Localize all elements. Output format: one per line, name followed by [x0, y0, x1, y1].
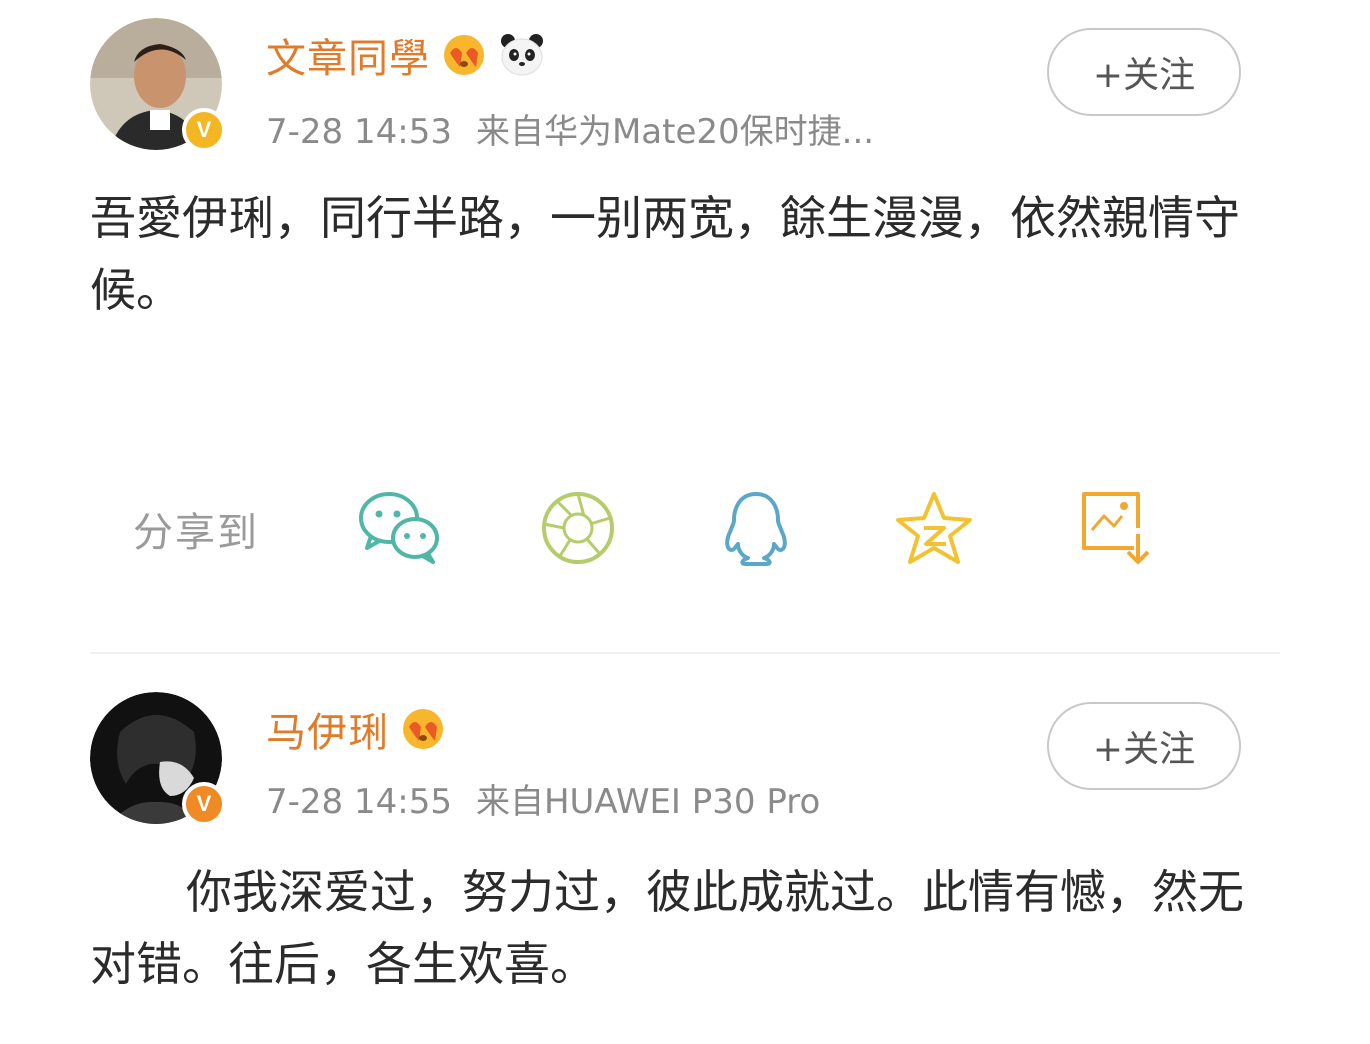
- weibo-post-1: V 文章同學 7-28 14:53 来自华为Mate20保时捷... +关注 吾愛…: [0, 0, 1370, 654]
- crying-emoji-icon: [444, 35, 484, 75]
- qq-icon[interactable]: [714, 488, 798, 568]
- moments-icon[interactable]: [536, 488, 620, 568]
- username[interactable]: 文章同學: [266, 26, 430, 84]
- weibo-post-2: V 马伊琍 7-28 14:55 来自HUAWEI P30 Pro +关注 你我深…: [0, 660, 1370, 1044]
- post-content: 吾愛伊琍，同行半路，一别两宽，餘生漫漫，依然親情守候。: [90, 191, 1240, 317]
- post-divider: [90, 652, 1280, 654]
- avatar[interactable]: V: [90, 18, 226, 152]
- wechat-icon[interactable]: [357, 488, 441, 568]
- follow-button[interactable]: +关注: [1047, 702, 1241, 790]
- post-meta: 7-28 14:53 来自华为Mate20保时捷...: [266, 104, 874, 153]
- share-bar: 分享到: [0, 480, 1370, 570]
- verified-badge-icon: V: [182, 782, 226, 826]
- verified-badge-icon: V: [182, 108, 226, 152]
- username-row: 文章同學: [266, 26, 546, 84]
- qzone-icon[interactable]: [892, 488, 976, 568]
- username-row: 马伊琍: [266, 700, 447, 758]
- post-source: 来自华为Mate20保时捷...: [475, 112, 875, 152]
- post-time: 7-28 14:53: [266, 112, 452, 152]
- save-image-icon[interactable]: [1074, 488, 1158, 568]
- panda-emoji-icon: [501, 34, 543, 76]
- post-time: 7-28 14:55: [266, 782, 452, 822]
- post-source: 来自HUAWEI P30 Pro: [475, 782, 821, 822]
- avatar[interactable]: V: [90, 692, 226, 826]
- username[interactable]: 马伊琍: [266, 700, 389, 758]
- share-label: 分享到: [133, 510, 259, 556]
- post-meta: 7-28 14:55 来自HUAWEI P30 Pro: [266, 774, 820, 823]
- crying-emoji-icon: [403, 709, 443, 749]
- follow-button[interactable]: +关注: [1047, 28, 1241, 116]
- post-content: 你我深爱过，努力过，彼此成就过。此情有憾，然无对错。往后，各生欢喜。: [90, 865, 1244, 991]
